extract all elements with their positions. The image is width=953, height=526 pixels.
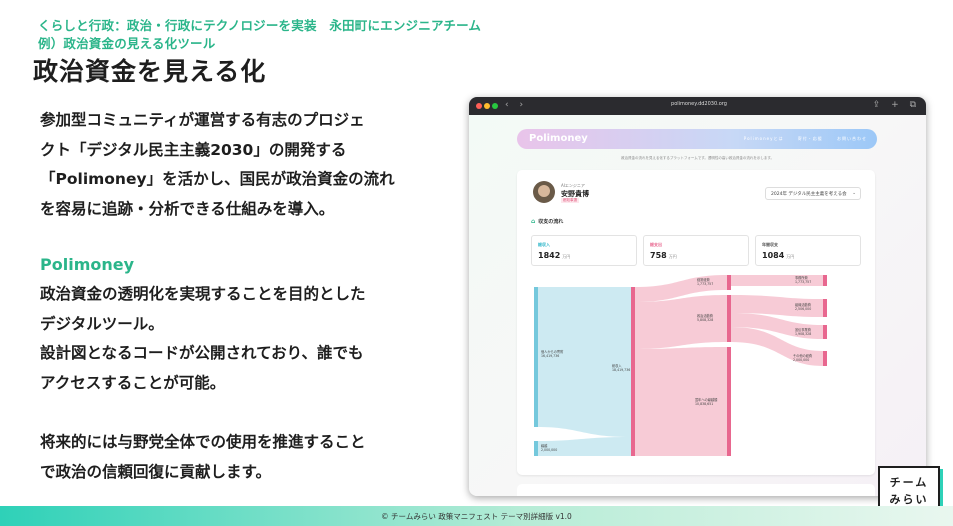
description-line: 設計図となるコードが公開されており、誰でも [40,344,364,362]
browser-page: Polimoney Polimoneyとは 寄付・応援 お問い合わせ 政治資金の… [469,115,926,496]
sankey-diagram: 個人からの寄附 16,419,736 繰越 2,000,000 総収入 18,4… [534,275,827,456]
stat-card-balance: 年間収支 1084 万円 [755,235,861,266]
site-header: Polimoney Polimoneyとは 寄付・応援 お問い合わせ [517,129,877,149]
stat-card-income: 総収入 1842 万円 [531,235,637,266]
description-line: 政治資金の透明化を実現することを目的とした [40,285,366,303]
chevron-down-icon: ⌄ [852,191,856,196]
report-select-value: 2024年 デジタル民主主義を考える会 [771,192,847,197]
flow-activity [635,295,727,349]
footer-bar: © チームみらい 政策マニフェスト テーマ別詳細版 v1.0 [0,506,953,526]
sankey-value: 1,908,328 [795,332,811,336]
browser-toolbar: ‹ › polimoney.dd2030.org ⇪ + ⧉ [469,97,926,115]
stat-card-expense: 総支出 758 万円 [643,235,749,266]
node-expense [727,275,731,290]
intro-line: を容易に追跡・分析できる仕組みを導入。 [40,199,335,218]
node-organization [823,299,827,317]
future-line: 将来的には与野党全体での使用を推進すること [40,433,366,451]
stat-value: 758 万円 [650,251,677,260]
flow-donation [537,287,631,437]
report-card: AIエンジニア 安野貴博 都知事選 2024年 デジタル民主主義を考える会 ⌄ … [517,170,875,475]
politician-tag: 都知事選 [561,198,579,203]
node-total-income [631,287,635,456]
sankey-value: 1,773,757 [697,282,713,286]
maximize-window-icon[interactable] [492,103,498,109]
address-bar[interactable]: polimoney.dd2030.org [649,101,749,107]
node-other [823,351,827,366]
stat-value: 1084 万円 [762,251,794,260]
node-donation [534,287,538,427]
report-select[interactable]: 2024年 デジタル民主主義を考える会 ⌄ [765,187,861,200]
avatar [533,181,555,203]
node-office [823,275,827,286]
stat-unit: 万円 [668,254,677,259]
node-publicity [823,325,827,339]
flow-section-title: ⌂ 収支の流れ [531,218,563,225]
next-card [517,484,875,496]
polimoney-heading: Polimoney [40,255,135,274]
future-paragraph: 将来的には与野党全体での使用を推進すること で政治の信頼回復に貢献します。 [40,428,450,487]
site-tagline: 政治資金の流れを見える化するプラットフォームです。透明性の高い政治資金の流れを示… [620,156,775,160]
site-logo[interactable]: Polimoney [529,133,588,144]
intro-line: 参加型コミュニティが運営する有志のプロジェ [40,111,365,129]
stat-label: 総収入 [538,242,550,247]
sankey-value: 2,000,000 [541,448,557,452]
sankey-value: 16,419,736 [541,354,559,358]
stat-value: 1842 万円 [538,251,570,260]
site-nav[interactable]: Polimoneyとは 寄付・応援 お問い合わせ [744,136,867,142]
description-line: アクセスすることが可能。 [40,373,226,392]
node-activity [727,295,731,342]
minimize-window-icon[interactable] [484,103,490,109]
stat-number: 758 [650,251,667,260]
flow-carryover [537,437,631,456]
logo-line: チーム [889,476,929,489]
sankey-value: 1,773,757 [795,280,811,284]
bank-icon: ⌂ [531,218,536,225]
future-line: で政治の信頼回復に貢献します。 [40,462,271,481]
intro-paragraph: 参加型コミュニティが運営する有志のプロジェ クト「デジタル民主主義2030」の開… [40,106,450,224]
back-forward-icons[interactable]: ‹ › [505,100,527,110]
sankey-value: 10,838,651 [695,402,713,406]
sankey-value: 2,000,000 [793,358,809,362]
node-carryover [534,441,538,456]
stat-unit: 万円 [786,254,795,259]
intro-line: 「Polimoney」を活かし、国民が政治資金の流れ [40,170,395,188]
close-window-icon[interactable] [476,103,482,109]
stat-number: 1842 [538,251,561,260]
stat-label: 年間収支 [762,242,778,247]
stat-unit: 万円 [562,254,571,259]
breadcrumb-example: 例）政治資金の見える化ツール [38,36,216,51]
sankey-value: 2,506,000 [795,307,811,311]
footer-copyright: © チームみらい 政策マニフェスト テーマ別詳細版 v1.0 [381,512,572,521]
stat-label: 総支出 [650,242,662,247]
intro-line: クト「デジタル民主主義2030」の開発する [40,140,347,159]
description-paragraph: 政治資金の透明化を実現することを目的とした デジタルツール。 設計図となるコード… [40,280,450,398]
sankey-value: 5,808,328 [697,318,713,322]
stat-number: 1084 [762,251,785,260]
description-line: デジタルツール。 [40,314,164,333]
page-title: 政治資金を見える化 [33,57,267,86]
flow-title-text: 収支の流れ [538,219,564,225]
share-newtab-icons[interactable]: ⇪ + ⧉ [873,100,920,110]
node-next-year [727,347,731,456]
body-text: 参加型コミュニティが運営する有志のプロジェ クト「デジタル民主主義2030」の開… [40,106,450,487]
breadcrumb-theme: くらしと行政：政治・行政にテクノロジーを実装 永田町にエンジニアチーム [38,18,482,33]
sankey-value: 18,419,736 [612,368,630,372]
browser-screenshot: ‹ › polimoney.dd2030.org ⇪ + ⧉ Polimoney… [469,97,926,496]
